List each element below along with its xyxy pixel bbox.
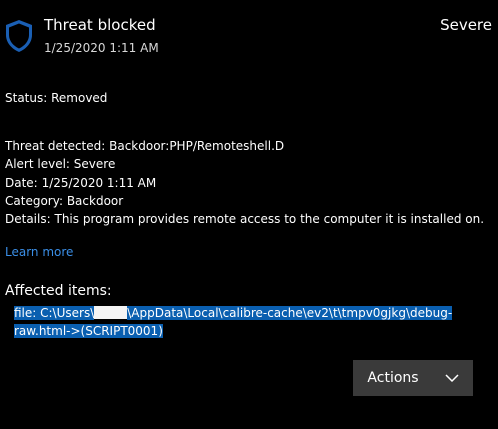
redacted-username	[94, 306, 128, 319]
status-line: Status: Removed	[5, 90, 107, 106]
affected-items-heading: Affected items:	[5, 283, 112, 299]
chevron-down-icon	[445, 373, 459, 383]
notification-title: Threat blocked	[44, 16, 156, 34]
learn-more-link[interactable]: Learn more	[5, 244, 73, 260]
actions-button-label: Actions	[367, 370, 419, 386]
affected-path-line2: raw.html->(SCRIPT0001)	[14, 324, 163, 338]
severity-label: Severe	[440, 16, 492, 34]
status-value: Removed	[51, 91, 108, 105]
detail-row-threat: Threat detected: Backdoor:PHP/Remoteshel…	[5, 137, 484, 155]
detail-value: 1/25/2020 1:11 AM	[41, 175, 157, 190]
detail-value: Backdoor:PHP/Remoteshell.D	[109, 139, 285, 153]
detail-row-details: Details: This program provides remote ac…	[5, 210, 484, 228]
affected-path-suffix: \AppData\Local\calibre-cache\ev2\t\tmpv0…	[127, 306, 453, 320]
detail-value: Backdoor	[66, 193, 124, 208]
detail-label: Threat detected:	[5, 139, 106, 153]
affected-path-prefix: file: C:\Users\	[14, 306, 95, 320]
detail-label: Date:	[5, 175, 38, 190]
detail-label: Details:	[5, 212, 51, 227]
detail-row-category: Category: Backdoor	[5, 192, 484, 210]
detail-label: Alert level:	[5, 157, 70, 172]
actions-button[interactable]: Actions	[353, 360, 473, 396]
detail-row-alert-level: Alert level: Severe	[5, 155, 484, 173]
status-label: Status:	[5, 91, 48, 105]
detail-value: Severe	[73, 157, 116, 172]
detail-row-date: Date: 1/25/2020 1:11 AM	[5, 174, 484, 192]
shield-icon	[4, 19, 34, 53]
affected-item-path[interactable]: file: C:\Users\ \AppData\Local\calibre-ca…	[14, 304, 454, 340]
threat-details: Threat detected: Backdoor:PHP/Remoteshel…	[5, 137, 484, 228]
notification-timestamp: 1/25/2020 1:11 AM	[44, 41, 159, 55]
detail-label: Category:	[5, 193, 63, 208]
detail-value: This program provides remote access to t…	[54, 212, 485, 227]
